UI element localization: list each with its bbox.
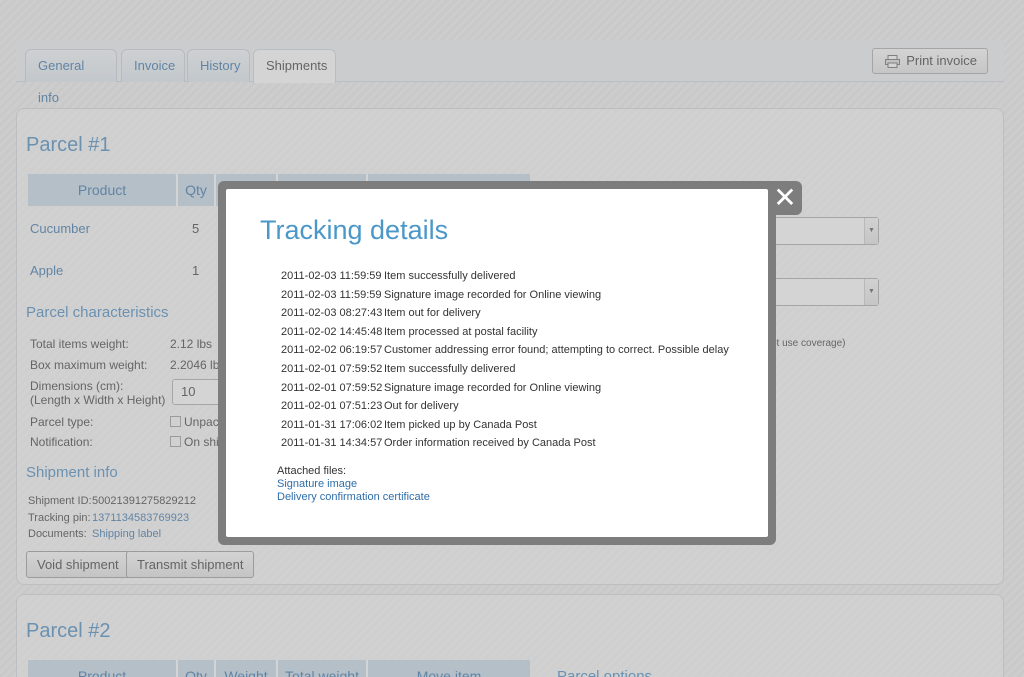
event-timestamp: 2011-02-02 14:45:48 [281,325,383,338]
tracking-event-row: 2011-02-01 07:59:52 Item successfully del… [281,360,729,379]
tracking-events-list: 2011-02-03 11:59:59 Item successfully del… [281,267,729,453]
event-timestamp: 2011-02-01 07:51:23 [281,400,383,413]
tracking-details-dialog: Tracking details 2011-02-03 11:59:59 Item… [226,189,768,537]
tracking-event-row: 2011-02-01 07:59:52 Signature image recor… [281,379,729,398]
delivery-certificate-link[interactable]: Delivery confirmation certificate [277,491,430,504]
event-timestamp: 2011-02-03 08:27:43 [281,307,383,320]
tracking-event-row: 2011-01-31 14:34:57 Order information rec… [281,434,729,453]
event-timestamp: 2011-01-31 17:06:02 [281,418,383,431]
event-timestamp: 2011-02-01 07:59:52 [281,381,383,394]
event-description: Item successfully delivered [384,362,516,375]
event-description: Order information received by Canada Pos… [384,437,596,450]
tracking-event-row: 2011-02-01 07:51:23 Out for delivery [281,397,729,416]
order-page: General info Invoice History Shipments P… [0,0,1024,677]
event-description: Signature image recorded for Online view… [384,288,602,301]
signature-image-link[interactable]: Signature image [277,478,430,491]
event-description: Out for delivery [384,400,459,413]
event-timestamp: 2011-01-31 14:34:57 [281,437,383,450]
tracking-event-row: 2011-02-02 14:45:48 Item processed at pos… [281,323,729,342]
event-timestamp: 2011-02-03 11:59:59 [281,270,382,282]
close-icon[interactable]: ✕ [772,184,798,212]
tracking-event-row: 2011-01-31 17:06:02 Item picked up by Can… [281,416,729,435]
event-description: Customer addressing error found; attempt… [384,344,729,357]
tracking-event-row: 2011-02-03 11:59:59 Item successfully del… [281,267,729,286]
event-description: Signature image recorded for Online view… [384,381,602,394]
event-timestamp: 2011-02-03 11:59:59 [281,288,382,301]
event-description: Item picked up by Canada Post [384,418,537,431]
attached-files: Attached files: Signature image Delivery… [277,465,430,504]
event-timestamp: 2011-02-01 07:59:52 [281,362,383,375]
event-description: Item successfully delivered [384,270,516,282]
tracking-event-row: 2011-02-03 08:27:43 Item out for delivery [281,304,729,323]
event-description: Item processed at postal facility [384,325,538,338]
event-description: Item out for delivery [384,307,481,320]
modal-title: Tracking details [260,215,449,245]
tracking-event-row: 2011-02-03 11:59:59 Signature image recor… [281,286,729,305]
tracking-event-row: 2011-02-02 06:19:57 Customer addressing e… [281,341,729,360]
event-timestamp: 2011-02-02 06:19:57 [281,344,383,357]
attached-files-label: Attached files: [277,465,347,477]
